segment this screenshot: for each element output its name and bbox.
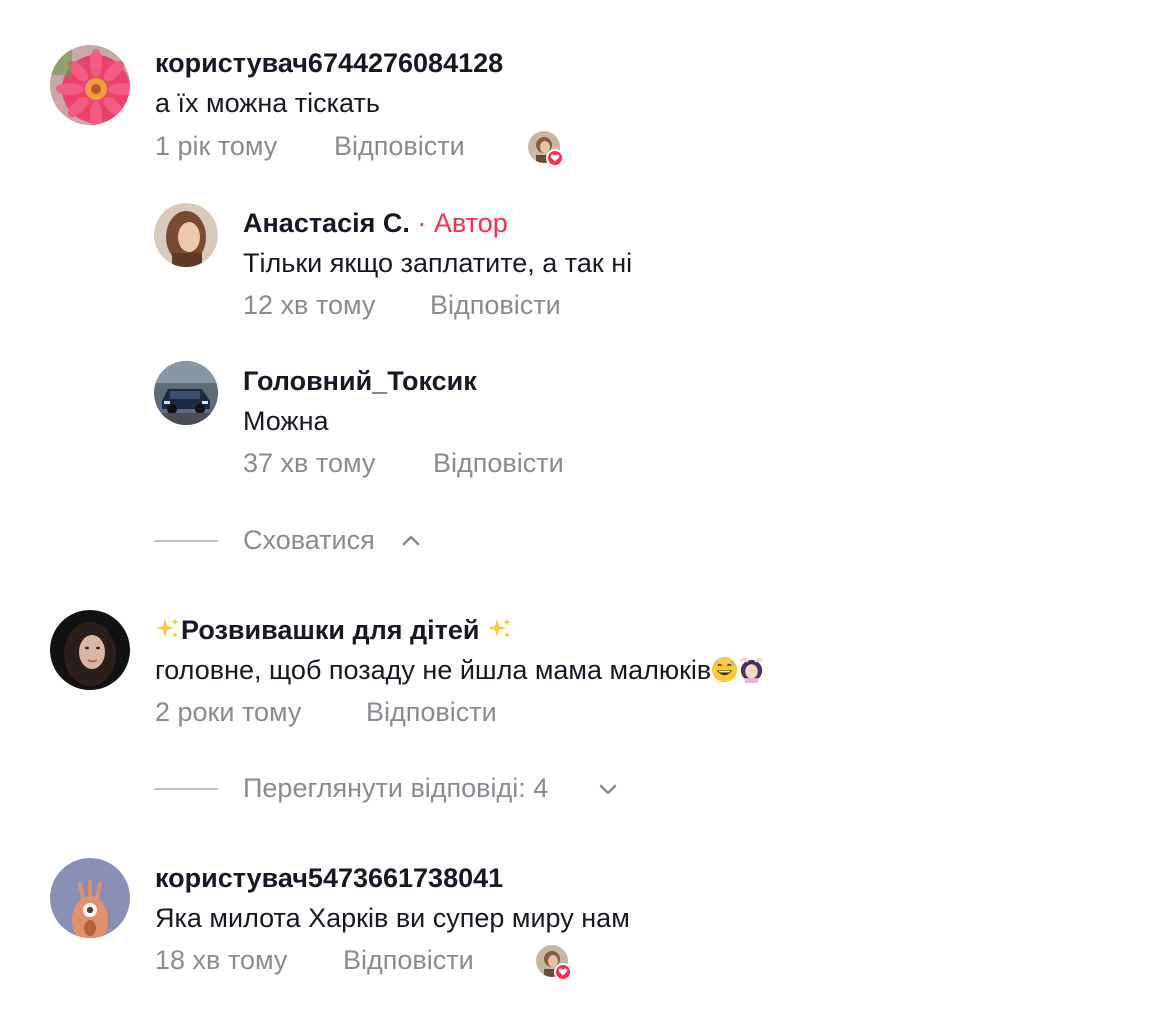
comment-username[interactable]: користувач6744276084128 (155, 48, 503, 79)
heart-icon (546, 149, 564, 167)
sparkles-icon (487, 616, 513, 642)
comment-text: а їх можна тіскать (155, 88, 380, 118)
avatar[interactable] (50, 610, 130, 690)
reply-button[interactable]: Відповісти (433, 448, 564, 479)
comment-username-text: Розвивашки для дітей (181, 615, 480, 645)
reply-button[interactable]: Відповісти (343, 945, 474, 976)
avatar[interactable] (50, 858, 130, 938)
author-badge: · Автор (409, 208, 508, 238)
heart-icon (554, 963, 572, 981)
chevron-up-icon[interactable] (400, 530, 422, 552)
reply-timestamp: 37 хв тому (243, 448, 376, 478)
avatar[interactable] (154, 361, 218, 425)
reply-button[interactable]: Відповісти (366, 697, 497, 728)
car-avatar-image (154, 361, 218, 425)
liked-by-creator-badge (536, 945, 572, 981)
pink-flower-avatar-image (50, 45, 130, 125)
reply-button[interactable]: Відповісти (430, 290, 561, 321)
divider-line (154, 788, 218, 790)
grinning-sweat-emoji-icon (711, 656, 738, 683)
reply-text: Можна (243, 406, 329, 436)
woman-gesturing-ok-emoji-icon (738, 656, 765, 683)
divider-line (154, 540, 218, 542)
default-character-avatar-image (50, 858, 130, 938)
reply-username[interactable]: Анастасія С. · Автор (243, 208, 508, 239)
comment-text: головне, щоб позаду не йшла мама малюків (155, 655, 765, 686)
comment-timestamp: 1 рік тому (155, 131, 278, 161)
reply-timestamp: 12 хв тому (243, 290, 376, 320)
avatar[interactable] (154, 203, 218, 267)
avatar[interactable] (50, 45, 130, 125)
hide-replies-label[interactable]: Сховатися (243, 525, 375, 556)
liked-by-creator-badge (528, 131, 564, 167)
chevron-down-icon[interactable] (597, 778, 619, 800)
reply-button[interactable]: Відповісти (334, 131, 465, 162)
reply-username[interactable]: Головний_Токсик (243, 366, 477, 397)
comment-timestamp: 2 роки тому (155, 697, 302, 727)
view-replies-label[interactable]: Переглянути відповіді: 4 (243, 773, 548, 804)
girl-dark-avatar-image (50, 610, 130, 690)
sparkles-icon (155, 616, 181, 642)
comment-text-content: головне, щоб позаду не йшла мама малюків (155, 655, 712, 685)
woman-portrait-avatar-image (154, 203, 218, 267)
reply-text: Тільки якщо заплатите, а так ні (243, 248, 633, 278)
comment-text: Яка милота Харків ви супер миру нам (155, 903, 630, 933)
comment-timestamp: 18 хв тому (155, 945, 288, 975)
comment-username[interactable]: Розвивашки для дітей (155, 615, 513, 646)
reply-username-text: Анастасія С. (243, 208, 410, 238)
comment-username[interactable]: користувач5473661738041 (155, 863, 503, 894)
